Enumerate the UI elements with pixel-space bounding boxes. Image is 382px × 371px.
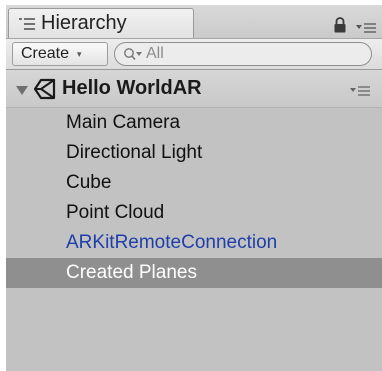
search-icon[interactable]: [123, 47, 143, 61]
hierarchy-list: Main Camera Directional Light Cube Point…: [6, 108, 382, 288]
hierarchy-item-arkit-remote-connection[interactable]: ARKitRemoteConnection: [6, 228, 382, 258]
create-button[interactable]: Create ▾: [12, 42, 108, 66]
scene-header[interactable]: Hello WorldAR: [6, 70, 382, 108]
hierarchy-item-directional-light[interactable]: Directional Light: [6, 138, 382, 168]
scene-menu-icon[interactable]: [350, 84, 370, 96]
panel-menu-icon[interactable]: [356, 21, 376, 33]
search-input[interactable]: [146, 45, 346, 63]
hierarchy-item-cube[interactable]: Cube: [6, 168, 382, 198]
hierarchy-item-created-planes[interactable]: Created Planes: [6, 258, 382, 288]
tab-bar: Hierarchy: [6, 5, 382, 38]
scene-name: Hello WorldAR: [62, 77, 202, 99]
hierarchy-window: Hierarchy Create ▾ All Hello WorldAR Mai…: [6, 5, 382, 371]
list-icon: [19, 17, 35, 31]
lock-icon[interactable]: [333, 17, 347, 33]
create-button-label: Create: [21, 45, 70, 62]
unity-logo-icon: [33, 78, 56, 100]
search-field[interactable]: [114, 42, 372, 66]
chevron-down-icon: ▾: [77, 48, 82, 59]
hierarchy-item-main-camera[interactable]: Main Camera: [6, 108, 382, 138]
hierarchy-toolbar: Create ▾: [6, 38, 382, 70]
tab-title: Hierarchy: [41, 12, 127, 34]
foldout-expanded-icon[interactable]: [16, 83, 28, 95]
tab-hierarchy[interactable]: Hierarchy: [8, 8, 194, 38]
hierarchy-item-point-cloud[interactable]: Point Cloud: [6, 198, 382, 228]
